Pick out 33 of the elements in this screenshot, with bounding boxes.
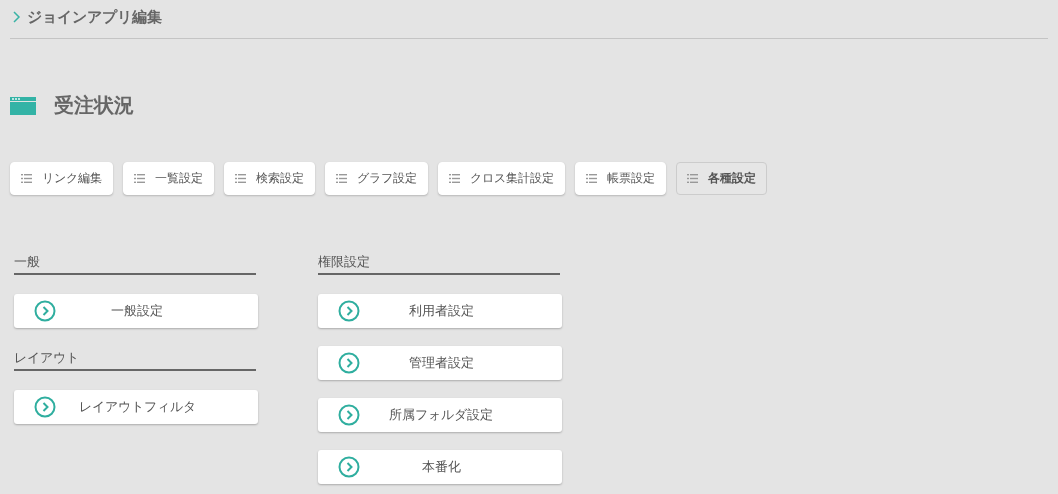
tab[interactable]: 検索設定 <box>224 162 315 195</box>
breadcrumb-title: ジョインアプリ編集 <box>27 7 162 27</box>
settings-button[interactable]: 所属フォルダ設定 <box>318 398 562 432</box>
section-heading: 一般 <box>14 253 256 275</box>
settings-button[interactable]: 管理者設定 <box>318 346 562 380</box>
list-icon <box>449 174 460 183</box>
arrow-circle-icon <box>338 456 360 478</box>
window-icon <box>10 96 36 115</box>
list-icon <box>21 174 32 183</box>
page-title: 受注状況 <box>54 92 134 119</box>
settings-button[interactable]: 本番化 <box>318 450 562 484</box>
list-icon <box>336 174 347 183</box>
tab[interactable]: 帳票設定 <box>575 162 666 195</box>
settings-button[interactable]: 一般設定 <box>14 294 258 328</box>
arrow-circle-icon <box>338 300 360 322</box>
arrow-circle-icon <box>338 352 360 374</box>
list-icon <box>687 174 698 183</box>
tab[interactable]: リンク編集 <box>10 162 113 195</box>
tab[interactable]: クロス集計設定 <box>438 162 565 195</box>
list-icon <box>586 174 597 183</box>
tab[interactable]: 一覧設定 <box>123 162 214 195</box>
list-icon <box>134 174 145 183</box>
settings-button[interactable]: レイアウトフィルタ <box>14 390 258 424</box>
arrow-circle-icon <box>338 404 360 426</box>
list-icon <box>235 174 246 183</box>
arrow-circle-icon <box>34 396 56 418</box>
tab[interactable]: グラフ設定 <box>325 162 428 195</box>
section-heading: 権限設定 <box>318 253 560 275</box>
tab[interactable]: 各種設定 <box>676 162 767 195</box>
chevron-icon <box>13 11 21 23</box>
settings-button[interactable]: 利用者設定 <box>318 294 562 328</box>
arrow-circle-icon <box>34 300 56 322</box>
section-heading: レイアウト <box>14 349 256 371</box>
